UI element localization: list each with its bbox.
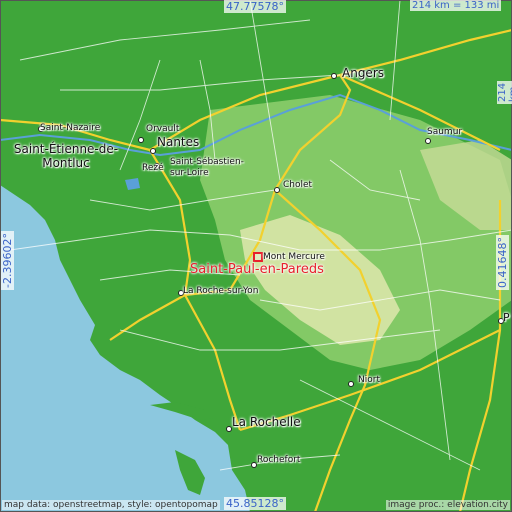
city-label-saint-sebastien: Saint-Sébastien-sur-Loire <box>170 157 244 178</box>
city-label-poitiers-partial: P <box>503 311 510 324</box>
city-label-nantes: Nantes <box>157 135 200 149</box>
target-place-label: Saint-Paul-en-Pareds <box>190 262 324 277</box>
north-latitude: 47.77578° <box>224 0 286 13</box>
west-longitude: -2.39602° <box>1 231 14 290</box>
city-label-la-roche: La Roche-sur-Yon <box>183 286 259 296</box>
city-label-reze: Rezé <box>142 163 164 173</box>
city-label-angers: Angers <box>342 66 384 80</box>
attribution-data: map data: openstreetmap, style: opentopo… <box>2 500 220 510</box>
city-label-rochefort: Rochefort <box>257 455 301 465</box>
scale-vertical: 214 km = 133 mi <box>497 80 512 104</box>
angers-dot <box>331 73 337 79</box>
cholet-dot <box>274 187 280 193</box>
saumur-dot <box>425 138 431 144</box>
east-longitude: 0.41648° <box>496 235 509 290</box>
city-label-la-rochelle: La Rochelle <box>232 415 301 429</box>
scale-horizontal: 214 km = 133 mi <box>410 0 502 11</box>
map-view[interactable]: Angers Saint-Nazaire Saint-Étienne-de-Mo… <box>0 0 512 512</box>
city-label-saint-nazaire: Saint-Nazaire <box>40 123 101 133</box>
city-label-cholet: Cholet <box>283 180 313 190</box>
city-label-orvault: Orvault <box>146 124 180 134</box>
nantes-dot <box>150 148 156 154</box>
city-label-saumur: Saumur <box>427 127 463 137</box>
attribution-processing: image proc.: elevation.city <box>385 500 510 510</box>
city-label-mont-mercure: Mont Mercure <box>263 252 325 262</box>
city-label-niort: Niort <box>358 375 380 385</box>
target-location-marker[interactable] <box>253 252 263 262</box>
city-label-saint-etienne: Saint-Étienne-de-Montluc <box>13 142 119 170</box>
niort-dot <box>348 381 354 387</box>
south-latitude: 45.85128° <box>224 497 286 510</box>
orvault-dot <box>138 137 144 143</box>
